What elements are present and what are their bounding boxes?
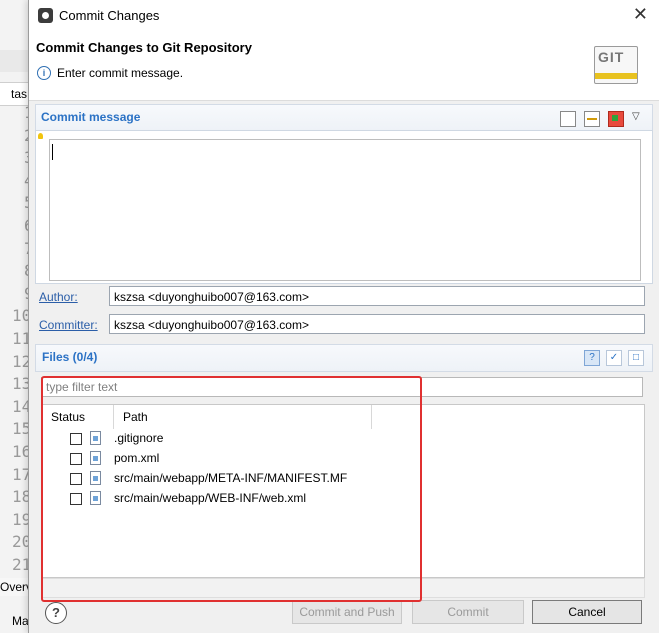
commit-message-textarea[interactable] <box>49 139 641 281</box>
eclipse-app-icon <box>38 8 53 23</box>
dialog-titlebar: Commit Changes ✕ <box>29 0 659 32</box>
git-logo-bar <box>595 73 637 79</box>
git-logo: GIT <box>594 46 638 84</box>
files-section-header: Files (0/4) ? ✓ □ <box>35 344 653 372</box>
ide-bottom-tab-label: Ma <box>12 614 29 628</box>
file-checkbox[interactable] <box>70 433 82 445</box>
close-icon[interactable]: ✕ <box>633 4 648 25</box>
file-checkbox[interactable] <box>70 453 82 465</box>
commit-changes-dialog: Commit Changes ✕ Commit Changes to Git R… <box>28 0 659 633</box>
commit-message-section-title: Commit message <box>41 110 141 124</box>
background-ide: tas 123456789101112131415161718192021 Ov… <box>0 0 34 633</box>
table-row[interactable]: pom.xml <box>42 449 642 469</box>
file-icon <box>90 431 101 445</box>
commit-message-container <box>35 130 653 284</box>
files-status-strip <box>41 578 645 598</box>
ide-editor-tab-label: tas <box>11 87 28 101</box>
commit-message-toolbar: ▽ <box>560 111 646 127</box>
ide-bottom-tab[interactable]: Ma <box>0 610 30 632</box>
author-label: Author: <box>39 290 78 304</box>
deselect-all-icon[interactable]: □ <box>628 350 644 366</box>
chevron-down-icon[interactable]: ▽ <box>632 111 646 125</box>
files-toolbar: ? ✓ □ <box>584 350 644 366</box>
commit-button[interactable]: Commit <box>412 600 524 624</box>
file-icon <box>90 471 101 485</box>
file-path: src/main/webapp/WEB-INF/web.xml <box>114 491 307 505</box>
commit-message-section-header: Commit message ▽ <box>35 104 653 131</box>
commit-and-push-button[interactable]: Commit and Push <box>292 600 402 624</box>
amend-icon[interactable] <box>608 111 624 127</box>
text-caret <box>52 144 53 160</box>
content-assist-bulb-icon <box>38 133 43 139</box>
author-field[interactable]: kszsa <duyonghuibo007@163.com> <box>109 286 645 306</box>
ide-toolbar <box>0 50 30 72</box>
dialog-heading: Commit Changes to Git Repository <box>36 40 252 55</box>
signed-off-icon[interactable] <box>584 111 600 127</box>
committer-field[interactable]: kszsa <duyonghuibo007@163.com> <box>109 314 645 334</box>
xml-file-icon <box>90 491 101 505</box>
table-row[interactable]: src/main/webapp/META-INF/MANIFEST.MF <box>42 469 642 489</box>
column-header-status[interactable]: Status <box>42 405 114 429</box>
filter-input[interactable]: type filter text <box>41 377 643 397</box>
ide-overview-tab[interactable]: Overv <box>0 578 32 596</box>
file-checkbox[interactable] <box>70 473 82 485</box>
show-untracked-icon[interactable]: ? <box>584 350 600 366</box>
select-all-icon[interactable]: ✓ <box>606 350 622 366</box>
file-path: src/main/webapp/META-INF/MANIFEST.MF <box>114 471 348 485</box>
git-logo-text: GIT <box>598 49 625 65</box>
info-message: Enter commit message. <box>57 66 184 80</box>
column-header-path[interactable]: Path <box>114 405 372 429</box>
file-path: .gitignore <box>114 431 164 445</box>
file-checkbox[interactable] <box>70 493 82 505</box>
files-table: Status Path .gitignore pom.xml src/main/… <box>41 404 645 578</box>
help-icon[interactable]: ? <box>45 602 67 624</box>
files-section-title: Files (0/4) <box>42 350 98 364</box>
committer-label: Committer: <box>39 318 98 332</box>
file-path: pom.xml <box>114 451 160 465</box>
table-row[interactable]: .gitignore <box>42 429 642 449</box>
dialog-header: Commit Changes to Git Repository i Enter… <box>29 32 659 101</box>
table-row[interactable]: src/main/webapp/WEB-INF/web.xml <box>42 489 642 509</box>
info-icon: i <box>37 66 51 80</box>
spellcheck-icon[interactable] <box>560 111 576 127</box>
window-title: Commit Changes <box>59 8 160 23</box>
xml-file-icon <box>90 451 101 465</box>
cancel-button[interactable]: Cancel <box>532 600 642 624</box>
